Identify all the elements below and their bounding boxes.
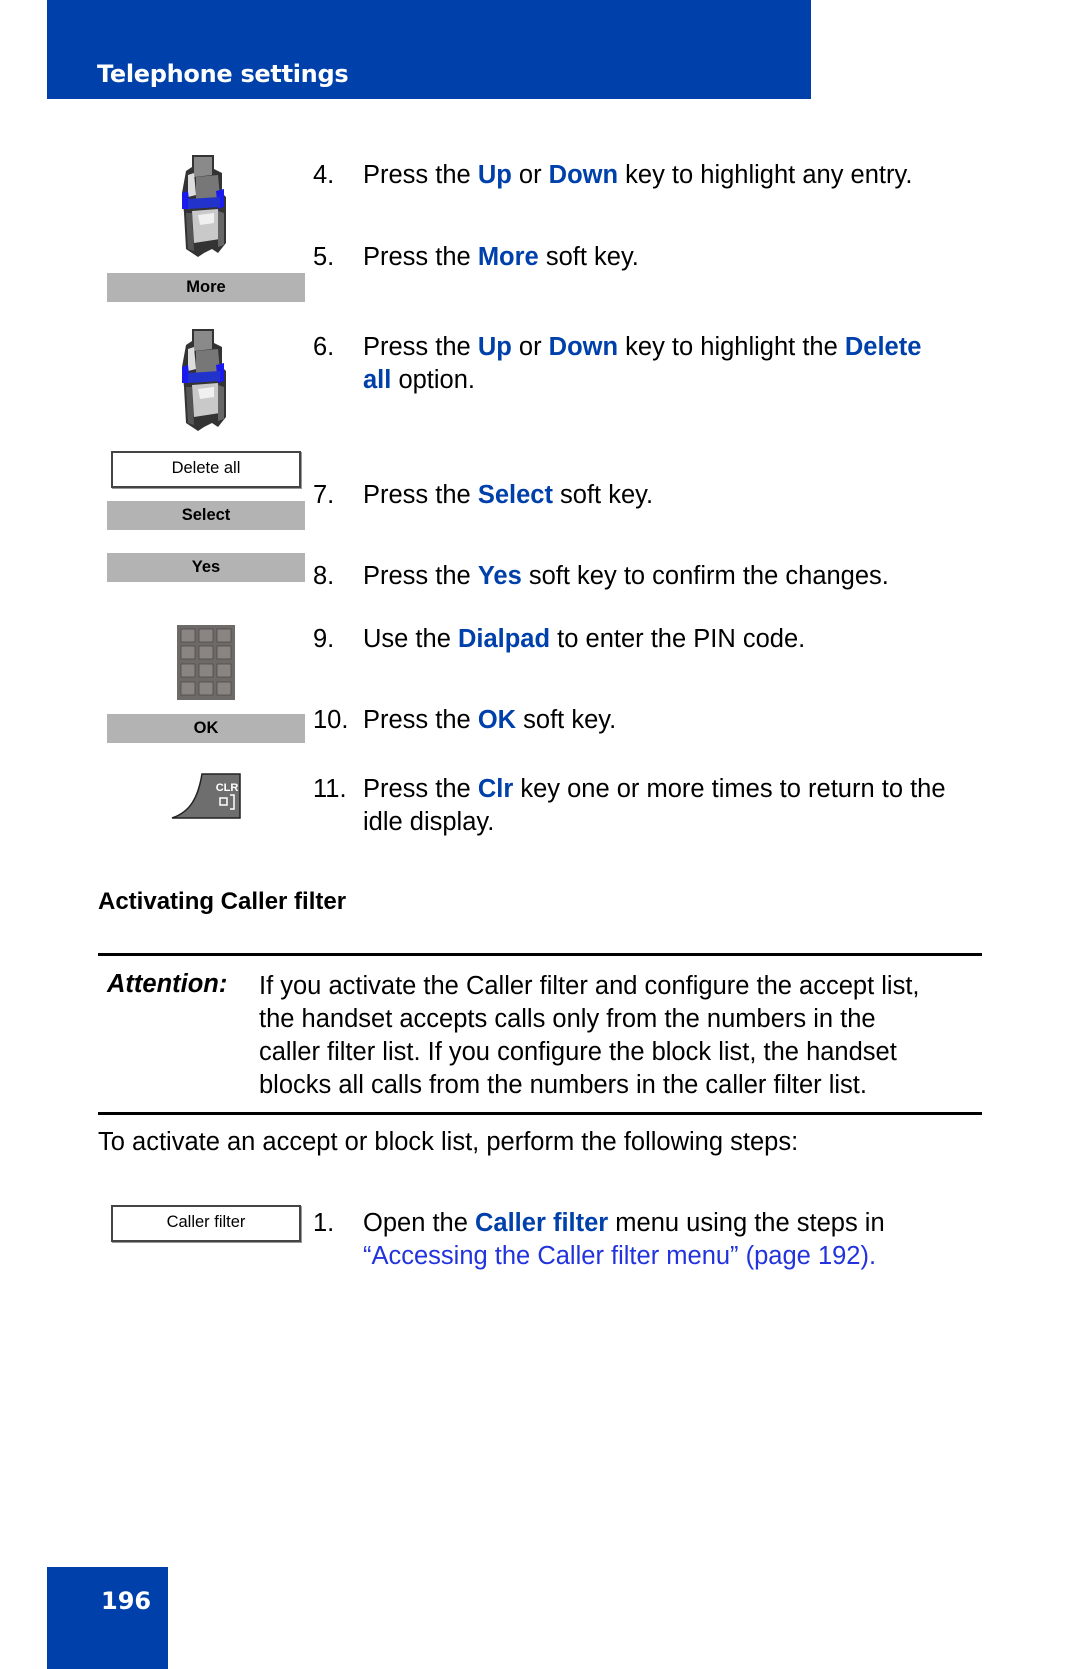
key-name-down: Down [548,161,619,189]
step-text: Press the [363,775,478,803]
key-name-dialpad: Dialpad [457,625,551,653]
menu-name-caller-filter: Caller filter [475,1209,609,1237]
key-name-ok: OK [477,706,517,734]
step-text: Use the [363,625,458,653]
step-text: key to highlight any entry. [618,161,913,189]
page-number-box: 196 [47,1567,168,1669]
attention-text: If you activate the Caller filter and co… [259,970,979,1102]
key-name-more: More [477,243,539,271]
softkey-yes[interactable]: Yes [107,553,305,582]
step-text: soft key. [538,243,639,271]
key-name-clr: Clr [477,775,514,803]
step-number: 9. [313,625,335,653]
step-text: Press the [363,562,478,590]
section-heading: Activating Caller filter [98,888,347,915]
key-name-select: Select [477,481,553,509]
step-text: soft key to confirm the changes. [521,562,889,590]
attention-line: blocks all calls from the numbers in the… [259,1071,867,1099]
link-period: . [868,1242,877,1270]
navigation-key-icon [182,155,226,257]
step-text: to enter the PIN code. [550,625,806,653]
key-name-up: Up [477,161,512,189]
step-text: Press the [363,333,478,361]
clr-key-icon[interactable]: CLR [170,772,242,820]
step-text: Press the [363,481,478,509]
intro-paragraph: To activate an accept or block list, per… [98,1128,799,1156]
dialpad-icon[interactable] [177,625,235,700]
header-band: Telephone settings [47,0,811,99]
step-number: 5. [313,243,335,271]
attention-bottom-rule [98,1112,982,1115]
softkey-more[interactable]: More [107,273,305,302]
option-name-all: all [363,366,392,394]
step-number: 6. [313,333,335,361]
step-number: 7. [313,481,335,509]
step-number: 1. [313,1209,335,1237]
step-text: key to highlight the [618,333,845,361]
step-text: Press the [363,243,478,271]
step-number: 10. [313,706,349,734]
key-name-down: Down [548,333,619,361]
step-text: or [511,333,549,361]
section-title: Telephone settings [97,60,349,88]
step-text: option. [391,366,476,394]
step-text: or [511,161,549,189]
step-number: 4. [313,161,335,189]
step-text: menu using the steps in [608,1209,885,1237]
step-text: soft key. [516,706,617,734]
step-text: key one or more times to return to the [513,775,946,803]
step-text: Open the [363,1209,475,1237]
attention-top-rule [98,953,982,956]
step-text: idle display. [363,808,495,836]
attention-line: If you activate the Caller filter and co… [259,972,920,1000]
softkey-select[interactable]: Select [107,501,305,530]
step-number: 11. [313,775,347,803]
menu-item-caller-filter[interactable]: Caller filter [111,1205,301,1242]
menu-item-delete-all[interactable]: Delete all [111,451,301,488]
page-number: 196 [101,1587,152,1615]
attention-label: Attention: [107,970,228,998]
step-text: Press the [363,706,478,734]
clr-key-label: CLR [216,782,239,794]
step-text: soft key. [552,481,654,509]
step-number: 8. [313,562,335,590]
step-text: Press the [363,161,478,189]
option-name-delete: Delete [844,333,922,361]
key-name-yes: Yes [477,562,522,590]
cross-reference-link[interactable]: “Accessing the Caller filter menu” (page… [363,1242,869,1270]
attention-line: caller filter list. If you configure the… [259,1038,897,1066]
attention-line: the handset accepts calls only from the … [259,1005,876,1033]
softkey-ok[interactable]: OK [107,714,305,743]
navigation-key-icon [182,329,226,431]
key-name-up: Up [477,333,512,361]
